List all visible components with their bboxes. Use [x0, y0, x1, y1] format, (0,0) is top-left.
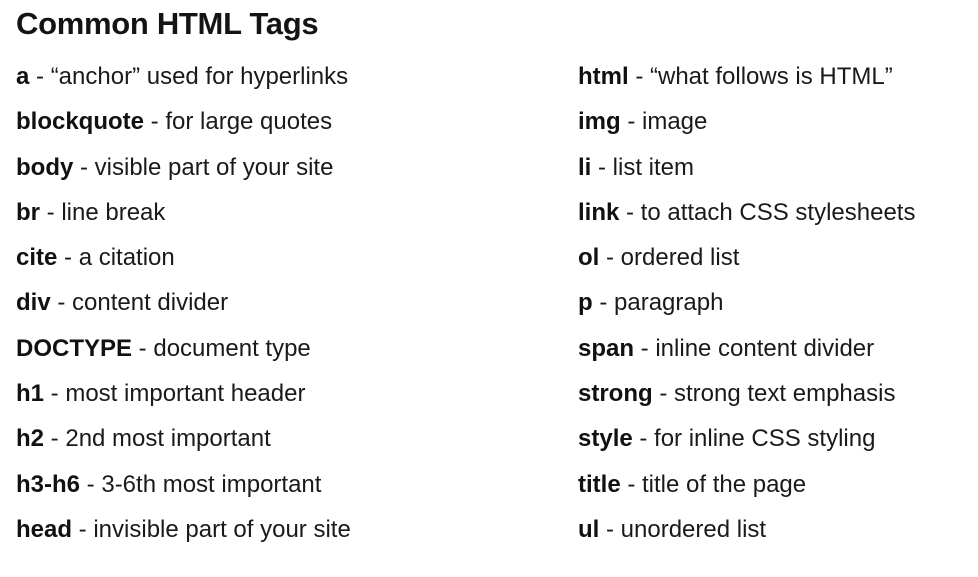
tag-description: “what follows is HTML” — [650, 63, 893, 90]
separator: - — [40, 198, 62, 226]
separator: - — [144, 108, 166, 136]
tag-name: li — [578, 153, 592, 181]
tag-name: style — [578, 425, 633, 453]
tag-entry: div - content divider — [16, 280, 351, 325]
tag-name: head — [16, 515, 73, 543]
tag-description: content divider — [72, 289, 229, 317]
separator: - — [29, 63, 51, 90]
tag-name: br — [16, 198, 40, 226]
tag-description: invisible part of your site — [93, 515, 351, 543]
separator: - — [591, 153, 613, 181]
tag-description: title of the page — [642, 470, 807, 498]
tag-description: line break — [61, 198, 166, 226]
separator: - — [132, 334, 154, 362]
right-column: html - “what follows is HTML” img - imag… — [578, 54, 915, 552]
tag-entry: head - invisible part of your site — [16, 507, 351, 552]
separator: - — [599, 515, 621, 543]
separator: - — [44, 425, 66, 453]
tag-name: title — [578, 470, 621, 498]
separator: - — [44, 380, 66, 408]
tag-name: strong — [578, 380, 653, 408]
tag-entry: title - title of the page — [578, 462, 915, 507]
tag-description: paragraph — [614, 289, 724, 317]
tag-name: blockquote — [16, 108, 145, 136]
tag-entry: link - to attach CSS stylesheets — [578, 190, 915, 235]
tag-description: a citation — [78, 244, 175, 272]
tag-description: list item — [612, 153, 695, 181]
tag-description: “anchor” used for hyperlinks — [50, 63, 349, 90]
separator: - — [50, 289, 73, 317]
tag-entry: strong - strong text emphasis — [578, 371, 915, 416]
separator: - — [652, 380, 674, 408]
separator: - — [73, 153, 95, 181]
tag-description: most important header — [65, 380, 306, 408]
tag-name: div — [16, 289, 51, 317]
tag-entry: ul - unordered list — [578, 507, 915, 552]
tag-name: h3-h6 — [16, 470, 81, 498]
tag-description: image — [642, 108, 708, 136]
tag-name: h1 — [16, 380, 45, 408]
tag-entry: body - visible part of your site — [16, 145, 351, 190]
separator: - — [592, 289, 614, 317]
tag-description: document type — [153, 334, 311, 362]
separator: - — [628, 63, 650, 90]
separator: - — [80, 470, 102, 498]
tag-entry: cite - a citation — [16, 235, 351, 280]
tag-name: ul — [578, 515, 600, 543]
tag-entry: p - paragraph — [578, 280, 915, 325]
tag-description: visible part of your site — [94, 153, 334, 181]
tag-entry: html - “what follows is HTML” — [578, 54, 915, 99]
page-title: Common HTML Tags — [16, 6, 319, 41]
tag-name: DOCTYPE — [16, 334, 133, 362]
tag-description: to attach CSS stylesheets — [640, 198, 916, 226]
separator: - — [620, 470, 642, 498]
tag-description: 2nd most important — [65, 425, 271, 453]
tag-entry: h2 - 2nd most important — [16, 416, 351, 461]
tag-entry: br - line break — [16, 190, 351, 235]
tag-name: ol — [578, 244, 600, 272]
separator: - — [599, 244, 621, 272]
tag-description: unordered list — [620, 515, 767, 543]
tag-description: for large quotes — [165, 108, 333, 136]
separator: - — [619, 198, 641, 226]
tag-name: a — [16, 63, 30, 90]
tag-description: ordered list — [620, 244, 740, 272]
html-tags-reference: Common HTML Tags a - “anchor” used for h… — [0, 0, 978, 577]
tag-entry: h3-h6 - 3-6th most important — [16, 462, 351, 507]
left-column: a - “anchor” used for hyperlinks blockqu… — [16, 54, 351, 552]
tag-entry: img - image — [578, 99, 915, 144]
tag-name: img — [578, 108, 621, 136]
tag-description: for inline CSS styling — [654, 425, 876, 453]
tag-name: body — [16, 153, 74, 181]
tag-entry: DOCTYPE - document type — [16, 326, 351, 371]
tag-entry: ol - ordered list — [578, 235, 915, 280]
tag-entry: style - for inline CSS styling — [578, 416, 915, 461]
tag-name: cite — [16, 244, 58, 272]
tag-description: inline content divider — [655, 334, 875, 362]
tag-name: html — [578, 63, 629, 90]
separator: - — [57, 244, 79, 272]
tag-entry: a - “anchor” used for hyperlinks — [16, 54, 351, 99]
tag-name: p — [578, 289, 593, 317]
tag-name: link — [578, 198, 620, 226]
tag-name: h2 — [16, 425, 45, 453]
tag-entry: li - list item — [578, 145, 915, 190]
separator: - — [634, 334, 656, 362]
tag-description: 3-6th most important — [101, 470, 322, 498]
tag-entry: span - inline content divider — [578, 326, 915, 371]
separator: - — [620, 108, 642, 136]
separator: - — [72, 515, 94, 543]
tag-name: span — [578, 334, 635, 362]
tag-entry: h1 - most important header — [16, 371, 351, 416]
separator: - — [632, 425, 655, 453]
tag-entry: blockquote - for large quotes — [16, 99, 351, 144]
tag-description: strong text emphasis — [674, 380, 896, 408]
